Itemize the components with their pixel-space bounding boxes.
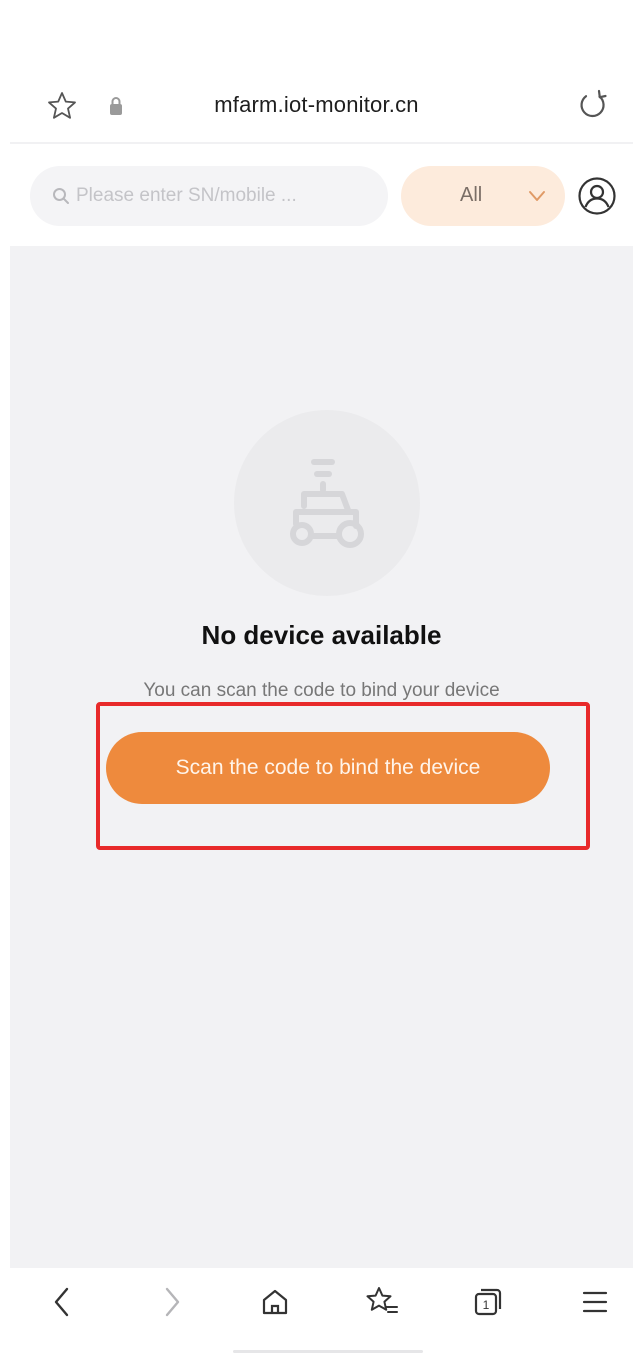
bookmarks-button[interactable] [362, 1282, 402, 1322]
bookmarks-icon [366, 1287, 398, 1313]
chevron-down-icon [529, 191, 545, 201]
user-icon[interactable] [577, 176, 617, 216]
home-icon [262, 1289, 288, 1315]
menu-icon [582, 1291, 608, 1313]
home-indicator [233, 1350, 423, 1353]
menu-button[interactable] [575, 1282, 615, 1322]
filter-dropdown[interactable]: All [401, 166, 565, 226]
back-button[interactable] [42, 1282, 82, 1322]
forward-button[interactable] [152, 1282, 192, 1322]
empty-state-subtitle: You can scan the code to bind your devic… [143, 680, 500, 701]
tabs-button[interactable]: 1 [468, 1282, 508, 1322]
forward-icon [165, 1287, 180, 1317]
search-input[interactable] [76, 185, 376, 207]
home-button[interactable] [255, 1282, 295, 1322]
browser-bottom-nav: 1 [0, 1268, 633, 1355]
search-row: All [0, 160, 633, 232]
page: mfarm.iot-monitor.cn All [0, 0, 633, 1355]
search-icon [53, 188, 69, 204]
search-box[interactable] [30, 166, 388, 226]
tractor-icon [290, 459, 364, 548]
tabs-icon: 1 [474, 1288, 502, 1316]
highlight-box [96, 702, 590, 850]
reload-icon[interactable] [576, 88, 610, 122]
tab-count: 1 [483, 1298, 490, 1312]
empty-state-title: No device available [201, 620, 442, 650]
filter-selected-value: All [460, 184, 483, 206]
device-list-area: No device available You can scan the cod… [10, 246, 633, 1268]
browser-address-bar: mfarm.iot-monitor.cn [0, 72, 633, 140]
back-icon [54, 1287, 69, 1317]
address-bar-divider [10, 142, 633, 144]
url-text[interactable]: mfarm.iot-monitor.cn [0, 92, 633, 118]
empty-state-illustration [234, 410, 420, 596]
